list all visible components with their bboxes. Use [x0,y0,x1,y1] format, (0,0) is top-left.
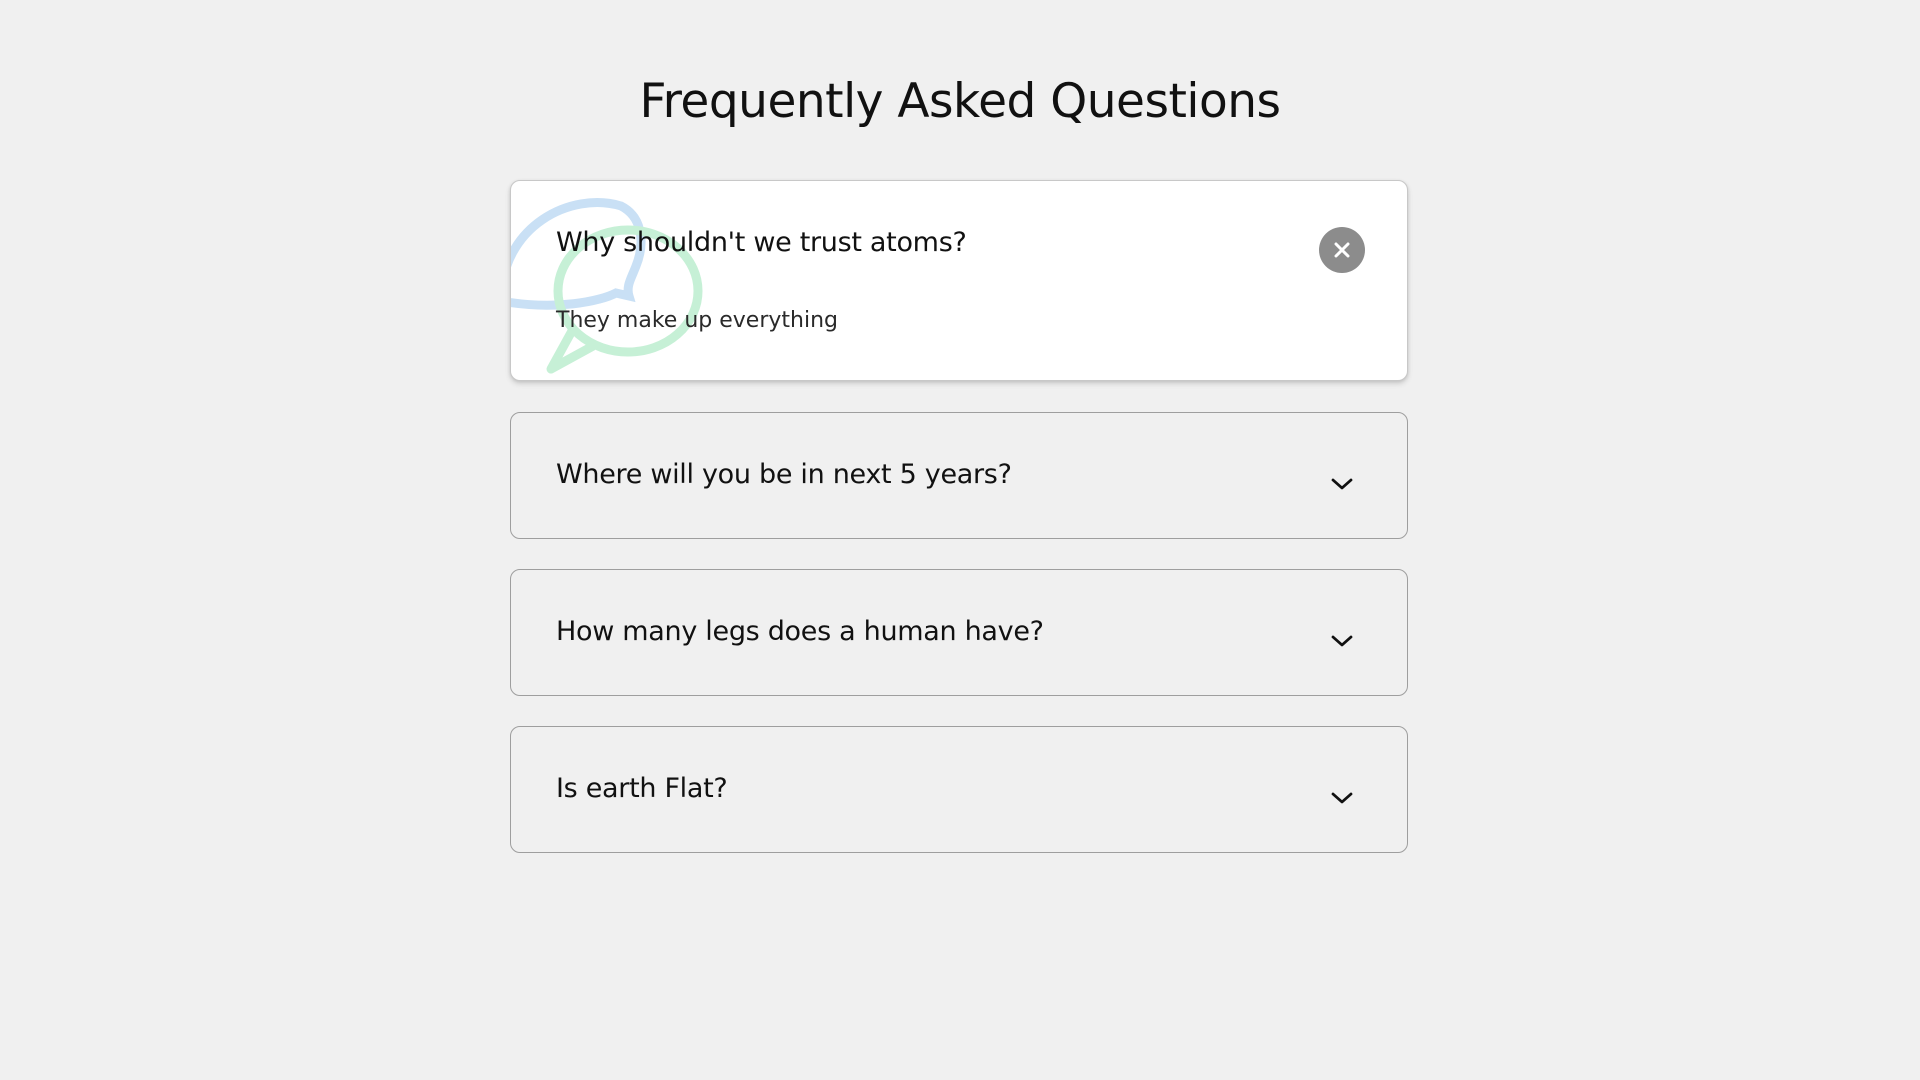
faq-question: Why shouldn't we trust atoms? [556,227,967,258]
expand-button[interactable] [1319,618,1365,664]
faq-question: Where will you be in next 5 years? [556,459,1012,490]
chevron-down-icon [1331,635,1353,647]
faq-item-4[interactable]: Is earth Flat? [510,726,1408,853]
faq-item-2[interactable]: Where will you be in next 5 years? [510,412,1408,539]
expand-button[interactable] [1319,461,1365,507]
close-button[interactable] [1319,227,1365,273]
chevron-down-icon [1331,478,1353,490]
faq-question: How many legs does a human have? [556,616,1044,647]
faq-page: Frequently Asked Questions Why shouldn't… [0,0,1920,1080]
faq-question: Is earth Flat? [556,773,728,804]
expand-button[interactable] [1319,775,1365,821]
faq-item-1[interactable]: Why shouldn't we trust atoms? They make … [510,180,1408,381]
faq-answer: They make up everything [556,308,838,333]
page-title: Frequently Asked Questions [639,74,1281,129]
chevron-down-icon [1331,792,1353,804]
close-icon [1334,242,1350,258]
chat-bubbles-icon [511,198,703,374]
faq-item-3[interactable]: How many legs does a human have? [510,569,1408,696]
